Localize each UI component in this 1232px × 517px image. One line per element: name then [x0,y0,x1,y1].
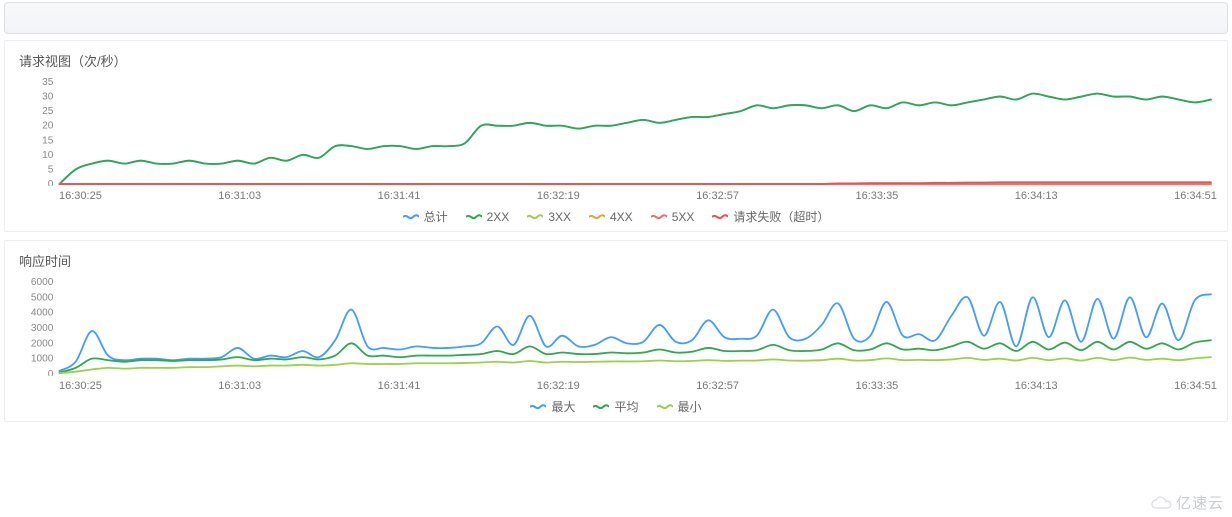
legend-label: 4XX [610,210,633,224]
chart-requests-legend: 总计 2XX 3XX 4XX 5XX 请求失败（超时） [15,208,1217,225]
legend-item-avg[interactable]: 平均 [593,398,638,415]
panel-requests: 请求视图（次/秒） 0 5 10 15 20 25 30 35 16:30:25 16:31:0… [4,40,1228,232]
svg-text:5000: 5000 [31,292,54,303]
panel-title-latency: 响应时间 [19,251,1217,270]
legend-label: 总计 [424,208,448,225]
svg-text:15: 15 [42,135,54,146]
watermark: 亿速云 [1150,492,1224,513]
x-tick-label: 16:30:25 [59,380,102,392]
chart-latency: 0 1000 2000 3000 4000 5000 6000 16:30:25 16:31:… [15,276,1217,392]
svg-text:30: 30 [42,92,54,103]
legend-swatch-icon [593,403,609,411]
svg-text:25: 25 [42,106,54,117]
legend-item-total[interactable]: 总计 [403,208,448,225]
collapsed-filter-bar[interactable] [4,2,1228,34]
svg-text:5: 5 [48,164,54,175]
x-tick-label: 16:33:35 [855,380,898,392]
svg-text:6000: 6000 [31,277,54,288]
legend-item-s4xx[interactable]: 4XX [589,208,633,225]
legend-item-s2xx[interactable]: 2XX [466,208,510,225]
x-tick-label: 16:32:57 [696,380,739,392]
chart-requests: 05101520253035 16:30:2516:31:0316:31:411… [15,76,1217,202]
legend-swatch-icon [466,213,482,221]
panel-latency: 响应时间 0100020003000400050006000 16:30:251… [4,240,1228,422]
legend-swatch-icon [527,213,543,221]
legend-label: 5XX [672,210,695,224]
svg-text:3000: 3000 [31,323,54,334]
legend-swatch-icon [657,403,673,411]
chart-latency-xlabels: 16:30:25 16:31:03 16:31:41 16:32:19 16:32:57… [59,380,1217,392]
x-tick-label: 16:31:41 [378,380,421,392]
x-tick-label: 16:30:25 [59,190,102,202]
legend-swatch-icon [712,213,728,221]
legend-label: 2XX [487,210,510,224]
chart-requests-svg: 0 5 10 15 20 25 30 35 [15,76,1217,186]
legend-label: 3XX [548,210,571,224]
legend-swatch-icon [403,213,419,221]
svg-text:10: 10 [42,150,54,161]
x-tick-label: 16:32:57 [696,190,739,202]
x-tick-label: 16:34:13 [1015,190,1058,202]
x-tick-label: 16:31:03 [218,380,261,392]
chart-requests-xlabels: 16:30:25 16:31:03 16:31:41 16:32:19 16:32:57… [59,190,1217,202]
x-tick-label: 16:34:13 [1015,380,1058,392]
svg-text:2000: 2000 [31,338,54,349]
chart-latency-svg: 0 1000 2000 3000 4000 5000 6000 [15,276,1217,376]
legend-item-max[interactable]: 最大 [530,398,575,415]
legend-swatch-icon [589,213,605,221]
svg-text:0: 0 [48,179,54,186]
x-tick-label: 16:31:03 [218,190,261,202]
legend-item-min[interactable]: 最小 [657,398,702,415]
legend-swatch-icon [530,403,546,411]
legend-label: 平均 [614,398,638,415]
legend-item-fail[interactable]: 请求失败（超时） [712,208,829,225]
svg-text:35: 35 [42,77,54,88]
x-tick-label: 16:34:51 [1174,380,1217,392]
x-tick-label: 16:33:35 [855,190,898,202]
legend-swatch-icon [651,213,667,221]
svg-text:1000: 1000 [31,354,54,365]
legend-label: 请求失败（超时） [733,208,829,225]
x-tick-label: 16:32:19 [537,380,580,392]
legend-label: 最大 [551,398,575,415]
legend-item-s3xx[interactable]: 3XX [527,208,571,225]
x-tick-label: 16:31:41 [378,190,421,202]
watermark-text: 亿速云 [1176,492,1224,513]
legend-label: 最小 [678,398,702,415]
panel-title-requests: 请求视图（次/秒） [19,51,1217,70]
svg-text:0: 0 [48,369,54,376]
cloud-icon [1150,496,1172,510]
legend-item-s5xx[interactable]: 5XX [651,208,695,225]
svg-text:20: 20 [42,121,54,132]
chart-latency-legend: 最大 平均 最小 [15,398,1217,415]
svg-text:4000: 4000 [31,308,54,319]
x-tick-label: 16:34:51 [1174,190,1217,202]
x-tick-label: 16:32:19 [537,190,580,202]
